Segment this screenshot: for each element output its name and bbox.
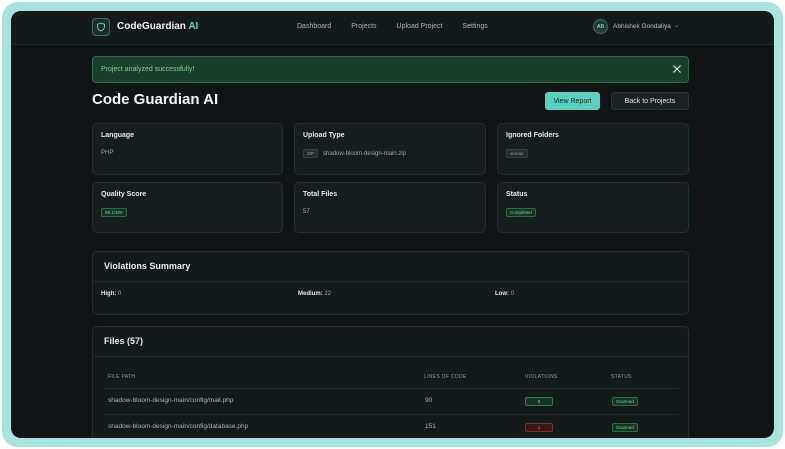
upload-file-name: shadow-bloom-design-main.zip <box>323 150 407 157</box>
close-icon[interactable] <box>671 63 683 75</box>
status-badge: Completed <box>506 208 536 217</box>
language-label: Language <box>101 132 135 139</box>
device-frame: CodeGuardian AI Dashboard Projects Uploa… <box>2 2 783 447</box>
table-row[interactable]: shadow-bloom-design-main/config/database… <box>104 414 679 438</box>
lines-of-code-cell: 90 <box>425 397 433 404</box>
shield-logo-icon[interactable] <box>92 18 110 36</box>
nav-link-upload-project[interactable]: Upload Project <box>397 23 443 30</box>
quality-score-badge: 98.1/100 <box>101 208 127 217</box>
total-files-value: 57 <box>303 209 310 215</box>
back-to-projects-button[interactable]: Back to Projects <box>611 92 689 110</box>
violations-medium-value: 22 <box>324 291 332 297</box>
files-panel: Files (57) FILE PATH LINES OF CODE VIOLA… <box>92 326 689 438</box>
scan-status-badge: Scanned <box>612 397 638 406</box>
violations-count-badge: 0 <box>525 397 553 406</box>
ignored-folders-card: Ignored Folders vendor <box>497 123 689 175</box>
total-files-label: Total Files <box>303 191 338 198</box>
avatar[interactable]: AB <box>593 19 608 34</box>
zip-tag: ZIP <box>303 149 319 158</box>
status-label: Status <box>506 191 528 198</box>
violations-count-badge: 1 <box>525 423 553 432</box>
column-header-violations[interactable]: VIOLATIONS <box>525 374 558 380</box>
nav-link-settings[interactable]: Settings <box>462 23 487 30</box>
table-row[interactable]: shadow-bloom-design-main/config/mail.php… <box>104 388 679 413</box>
violations-summary-panel: Violations Summary High: 0 Medium: 22 Lo… <box>92 251 689 315</box>
page-title: Code Guardian AI <box>92 91 219 108</box>
column-header-status[interactable]: STATUS <box>611 374 632 380</box>
scan-status-badge: Scanned <box>612 423 638 432</box>
top-navbar: CodeGuardian AI Dashboard Projects Uploa… <box>11 11 774 45</box>
nav-link-dashboard[interactable]: Dashboard <box>297 23 331 30</box>
status-row: Completed <box>506 208 536 217</box>
brand-accent: AI <box>188 21 199 32</box>
ignored-folders-row: vendor <box>506 149 528 158</box>
success-alert: Project analyzed successfully! <box>92 56 689 83</box>
files-header: Files (57) <box>93 327 688 357</box>
upload-type-row: ZIP shadow-bloom-design-main.zip <box>303 149 406 158</box>
alert-message: Project analyzed successfully! <box>101 66 195 73</box>
violations-medium-label: Medium: <box>298 291 323 297</box>
column-header-lines-of-code[interactable]: LINES OF CODE <box>424 374 467 380</box>
column-header-file-path[interactable]: FILE PATH <box>108 374 135 380</box>
quality-score-card: Quality Score 98.1/100 <box>92 182 283 233</box>
files-title: Files (57) <box>104 336 144 346</box>
violations-medium: Medium: 22 <box>298 291 331 297</box>
violations-high-label: High: <box>101 291 117 297</box>
violations-summary-header: Violations Summary <box>93 252 688 282</box>
quality-score-row: 98.1/100 <box>101 208 127 217</box>
file-path-cell[interactable]: shadow-bloom-design-main/config/database… <box>108 423 248 430</box>
upload-type-label: Upload Type <box>303 132 345 139</box>
ignored-folders-label: Ignored Folders <box>506 132 559 139</box>
view-report-button[interactable]: View Report <box>545 92 600 110</box>
nav-links: Dashboard Projects Upload Project Settin… <box>297 23 488 30</box>
language-card: Language PHP <box>92 123 283 175</box>
violations-low-value: 0 <box>510 291 515 297</box>
app-screen: CodeGuardian AI Dashboard Projects Uploa… <box>11 11 774 438</box>
status-card: Status Completed <box>497 182 689 233</box>
vendor-tag: vendor <box>506 149 528 158</box>
violations-low: Low: 0 <box>495 291 514 297</box>
nav-link-projects[interactable]: Projects <box>351 23 376 30</box>
brand-name[interactable]: CodeGuardian AI <box>117 21 198 32</box>
upload-type-card: Upload Type ZIP shadow-bloom-design-main… <box>294 123 486 175</box>
quality-score-label: Quality Score <box>101 191 147 198</box>
lines-of-code-cell: 151 <box>425 423 436 430</box>
file-path-cell[interactable]: shadow-bloom-design-main/config/mail.php <box>108 397 233 404</box>
violations-low-label: Low: <box>495 291 509 297</box>
violations-summary-title: Violations Summary <box>104 261 191 271</box>
violations-high: High: 0 <box>101 291 121 297</box>
brand-main: CodeGuardian <box>117 21 186 32</box>
total-files-card: Total Files 57 <box>294 182 486 233</box>
user-name[interactable]: Abhishek Gondaliya <box>613 23 671 30</box>
chevron-down-icon[interactable]: ⌄ <box>674 22 679 29</box>
violations-high-value: 0 <box>118 291 122 297</box>
language-value: PHP <box>101 150 114 156</box>
